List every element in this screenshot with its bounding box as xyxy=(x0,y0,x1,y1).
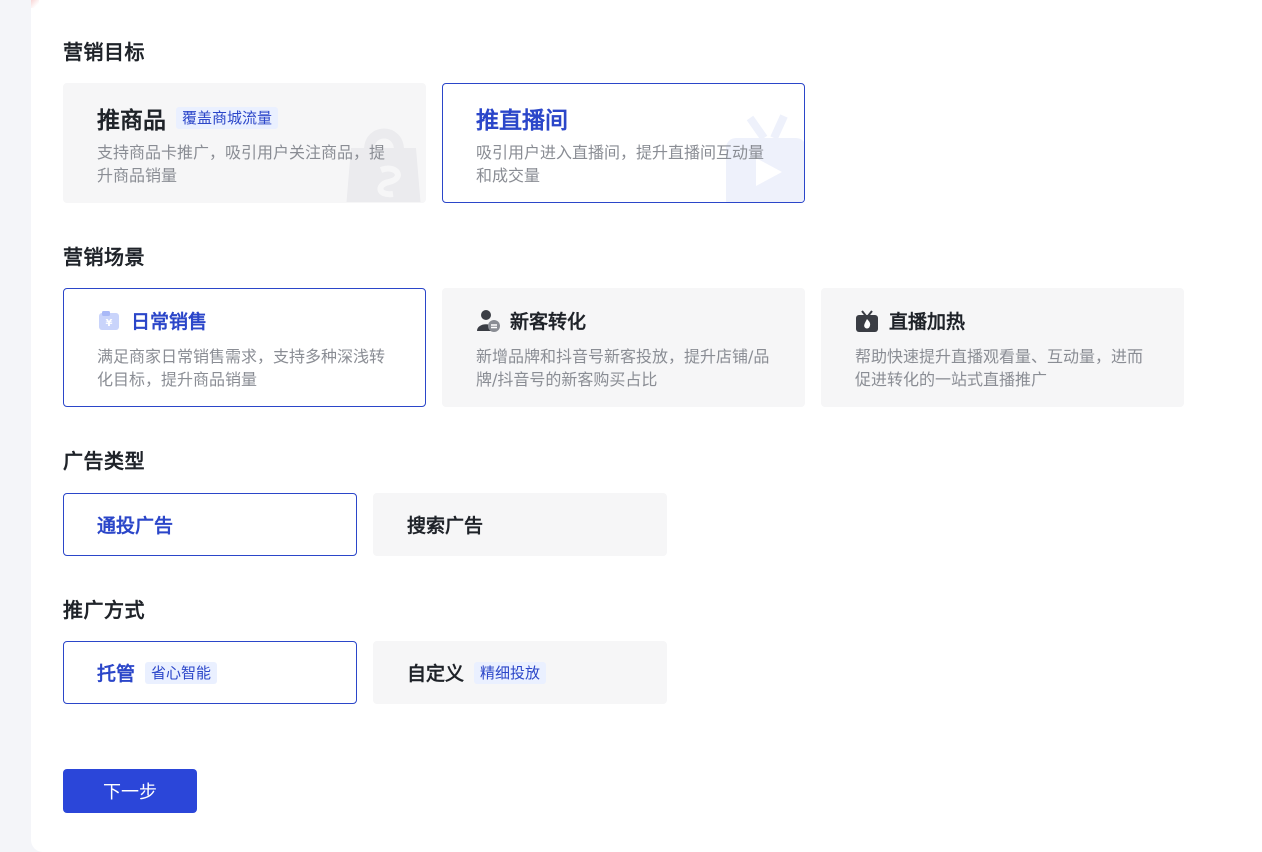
goal-card-product-desc: 支持商品卡推广，吸引用户关注商品，提升商品销量 xyxy=(97,143,386,185)
goal-card-live-title: 推直播间 xyxy=(476,101,568,135)
method-card-managed-title: 托管 省心智能 xyxy=(97,642,218,703)
section-title-scene: 营销场景 xyxy=(63,245,145,269)
yuan-box-icon: ¥ xyxy=(99,310,119,330)
goal-card-live-desc: 吸引用户进入直播间，提升直播间互动量和成交量 xyxy=(476,143,765,185)
scene-card-new-customer-desc: 新增品牌和抖音号新客投放，提升店铺/品牌/抖音号的新客购买占比 xyxy=(476,347,770,389)
next-step-button[interactable]: 下一步 xyxy=(63,769,197,813)
scene-card-daily-sales-desc: 满足商家日常销售需求，支持多种深浅转化目标，提升商品销量 xyxy=(97,347,386,389)
goal-card-product-label: 推商品 xyxy=(97,108,166,134)
goal-card-product-tag: 覆盖商城流量 xyxy=(176,107,279,129)
method-card-managed-label: 托管 xyxy=(97,663,136,685)
scene-card-daily-sales-label: 日常销售 xyxy=(131,311,208,333)
scene-card-live-boost[interactable]: 直播加热 帮助快速提升直播观看量、互动量，进而促进转化的一站式直播推广 xyxy=(821,288,1184,407)
scene-card-new-customer[interactable]: 新客转化 新增品牌和抖音号新客投放，提升店铺/品牌/抖音号的新客购买占比 xyxy=(442,288,805,407)
ad-type-card-general-title: 通投广告 xyxy=(97,494,173,555)
goal-card-product[interactable]: 推商品 覆盖商城流量 支持商品卡推广，吸引用户关注商品，提升商品销量 xyxy=(63,83,426,203)
corner-accent xyxy=(31,0,39,8)
goal-card-live[interactable]: 推直播间 吸引用户进入直播间，提升直播间互动量和成交量 xyxy=(442,83,805,203)
section-title-method: 推广方式 xyxy=(63,598,145,622)
section-title-ad-type: 广告类型 xyxy=(63,449,145,473)
ad-type-card-search-label: 搜索广告 xyxy=(407,515,484,537)
ad-type-card-general-label: 通投广告 xyxy=(97,515,174,537)
ad-type-card-search-title: 搜索广告 xyxy=(407,494,483,555)
method-card-custom-title: 自定义 精细投放 xyxy=(407,642,547,703)
ad-type-card-search[interactable]: 搜索广告 xyxy=(373,493,667,556)
section-title-goal: 营销目标 xyxy=(63,40,145,64)
method-card-managed-tag: 省心智能 xyxy=(145,661,218,684)
scene-card-daily-sales-title: ¥ 日常销售 xyxy=(97,307,207,334)
scene-card-live-boost-label: 直播加热 xyxy=(889,311,966,333)
ad-type-card-general[interactable]: 通投广告 xyxy=(63,493,357,556)
scene-card-new-customer-title: 新客转化 xyxy=(476,307,586,334)
scene-card-new-customer-label: 新客转化 xyxy=(510,311,587,333)
goal-card-product-title: 推商品 覆盖商城流量 xyxy=(97,101,279,135)
svg-text:¥: ¥ xyxy=(106,318,113,329)
scene-card-live-boost-title: 直播加热 xyxy=(855,307,965,334)
new-customer-icon xyxy=(477,309,500,332)
method-card-custom-label: 自定义 xyxy=(407,663,465,685)
live-tv-fire-icon xyxy=(856,309,878,332)
method-card-custom-tag: 精细投放 xyxy=(474,661,547,684)
method-card-managed[interactable]: 托管 省心智能 xyxy=(63,641,357,704)
scene-card-live-boost-desc: 帮助快速提升直播观看量、互动量，进而促进转化的一站式直播推广 xyxy=(855,347,1144,389)
method-card-custom[interactable]: 自定义 精细投放 xyxy=(373,641,667,704)
goal-card-live-label: 推直播间 xyxy=(476,108,568,134)
scene-card-daily-sales[interactable]: ¥ 日常销售 满足商家日常销售需求，支持多种深浅转化目标，提升商品销量 xyxy=(63,288,426,407)
